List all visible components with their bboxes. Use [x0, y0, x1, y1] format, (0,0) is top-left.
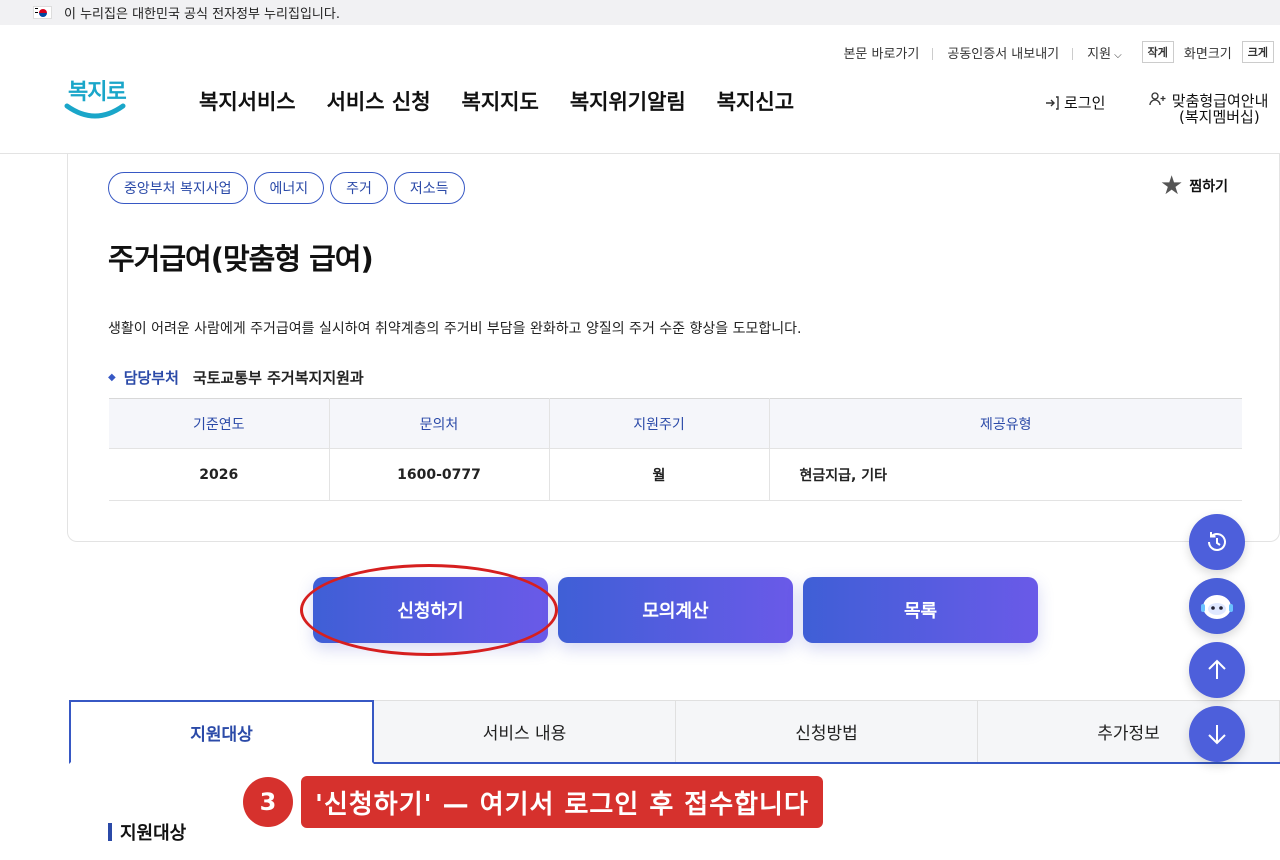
- utility-bar: 본문 바로가기 공동인증서 내보내기 지원 ⌵ 작게 화면크기 크게: [829, 40, 1280, 64]
- callout-step-number: 3: [243, 777, 293, 827]
- favorite-button[interactable]: ★ 찜하기: [1160, 171, 1228, 201]
- tab-eligibility[interactable]: 지원대상: [69, 700, 374, 764]
- user-add-icon: [1149, 92, 1166, 106]
- star-icon: ★: [1160, 171, 1184, 201]
- membership-link[interactable]: 맞춤형급여안내 (복지멤버십): [1149, 92, 1268, 125]
- tag-central-ministry[interactable]: 중앙부처 복지사업: [108, 172, 248, 204]
- login-label: 로그인: [1064, 94, 1106, 112]
- tab-service-content[interactable]: 서비스 내용: [374, 700, 676, 762]
- font-size-label: 화면크기: [1183, 46, 1232, 62]
- nav-welfare-report[interactable]: 복지신고: [717, 86, 794, 116]
- cell-contact: 1600-0777: [329, 448, 550, 501]
- department-info: ◆ 담당부처 국토교통부 주거복지지원과: [108, 367, 364, 388]
- col-type: 제공유형: [769, 398, 1242, 449]
- table-header-row: 기준연도 문의처 지원주기 제공유형: [109, 398, 1242, 449]
- tag-low-income[interactable]: 저소득: [393, 172, 465, 204]
- recent-view-button[interactable]: [1189, 514, 1245, 570]
- certificate-export-link[interactable]: 공동인증서 내보내기: [933, 43, 1073, 62]
- nav-welfare-map[interactable]: 복지지도: [462, 86, 539, 116]
- history-icon: [1208, 532, 1226, 551]
- service-description: 생활이 어려운 사람에게 주거급여를 실시하여 취약계층의 주거비 부담을 완화…: [108, 321, 802, 337]
- cell-cycle: 월: [549, 448, 770, 501]
- tag-energy[interactable]: 에너지: [253, 172, 325, 204]
- detail-tabs: 지원대상 서비스 내용 신청방법 추가정보: [69, 700, 1280, 764]
- tag-list: 중앙부처 복지사업 에너지 주거 저소득: [108, 172, 465, 204]
- col-contact: 문의처: [329, 398, 550, 449]
- korea-flag-icon: [33, 6, 52, 19]
- support-label: 지원: [1087, 46, 1112, 62]
- login-icon: [1046, 95, 1059, 110]
- scroll-bottom-button[interactable]: [1189, 706, 1245, 762]
- chevron-down-icon: ⌵: [1114, 49, 1122, 61]
- col-base-year: 기준연도: [109, 398, 330, 449]
- apply-button[interactable]: 신청하기: [313, 577, 548, 643]
- font-small-button[interactable]: 작게: [1141, 41, 1174, 63]
- main-nav: 복지서비스 서비스 신청 복지지도 복지위기알림 복지신고: [199, 86, 794, 116]
- callout-text: '신청하기' — 여기서 로그인 후 접수합니다: [301, 776, 823, 828]
- arrow-down-icon: [1208, 725, 1226, 745]
- department-value: 국토교통부 주거복지지원과: [192, 369, 364, 387]
- site-logo[interactable]: 복지로: [64, 74, 128, 126]
- nav-welfare-service[interactable]: 복지서비스: [199, 86, 296, 116]
- diamond-bullet-icon: ◆: [108, 372, 116, 383]
- nav-crisis-alert[interactable]: 복지위기알림: [570, 86, 686, 116]
- cell-base-year: 2026: [109, 448, 330, 501]
- info-table: 기준연도 문의처 지원주기 제공유형 2026 1600-0777 월 현금지급…: [109, 398, 1242, 501]
- section-title: 지원대상: [120, 823, 187, 844]
- chatbot-button[interactable]: [1189, 578, 1245, 634]
- list-button[interactable]: 목록: [803, 577, 1038, 643]
- logo-smile-icon: [64, 103, 126, 119]
- action-buttons: 신청하기 모의계산 목록: [313, 577, 1038, 643]
- gov-banner: 이 누리집은 대한민국 공식 전자정부 누리집입니다.: [0, 0, 1280, 25]
- tab-how-to-apply[interactable]: 신청방법: [676, 700, 978, 762]
- section-bar: [108, 823, 112, 841]
- skip-to-content-link[interactable]: 본문 바로가기: [829, 43, 934, 62]
- login-link[interactable]: 로그인: [1044, 92, 1105, 113]
- department-label: 담당부처: [123, 369, 179, 387]
- cell-type: 현금지급, 기타: [769, 448, 1242, 501]
- chatbot-icon: [1201, 595, 1233, 619]
- font-large-button[interactable]: 크게: [1241, 41, 1274, 63]
- simulate-button[interactable]: 모의계산: [558, 577, 793, 643]
- support-menu[interactable]: 지원 ⌵: [1073, 43, 1136, 62]
- page-title: 주거급여(맞춤형 급여): [108, 242, 374, 276]
- gov-banner-text: 이 누리집은 대한민국 공식 전자정부 누리집입니다.: [64, 7, 340, 22]
- tag-housing[interactable]: 주거: [330, 172, 388, 204]
- table-row: 2026 1600-0777 월 현금지급, 기타: [109, 448, 1242, 501]
- scroll-top-button[interactable]: [1189, 642, 1245, 698]
- section-heading: 지원대상: [108, 819, 186, 845]
- nav-service-apply[interactable]: 서비스 신청: [327, 86, 431, 116]
- membership-line2: (복지멤버십): [1179, 108, 1260, 126]
- col-cycle: 지원주기: [549, 398, 770, 449]
- arrow-up-icon: [1208, 659, 1226, 679]
- favorite-label: 찜하기: [1189, 179, 1228, 195]
